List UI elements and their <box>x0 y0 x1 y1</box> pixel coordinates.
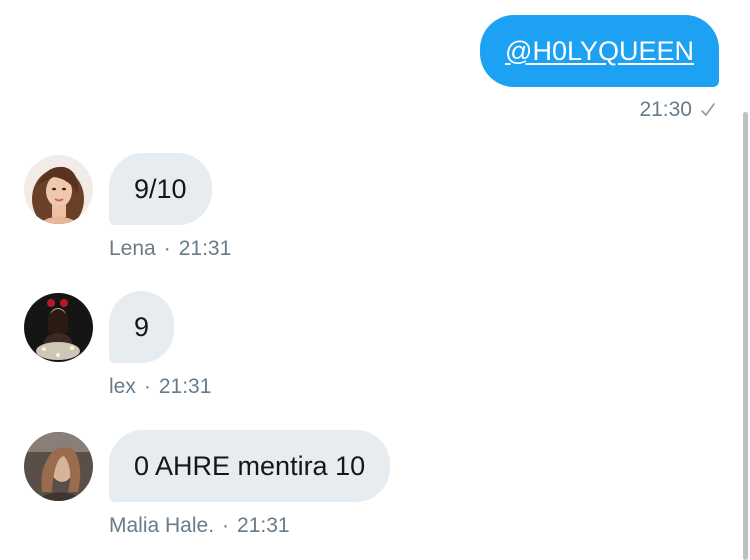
sent-message: @H0LYQUEEN <box>480 15 719 87</box>
avatar-photo-icon <box>24 432 93 501</box>
avatar[interactable] <box>24 155 93 224</box>
author-name[interactable]: lex <box>109 375 136 398</box>
message-time: 21:31 <box>158 375 212 398</box>
message-text: 9 <box>134 311 150 342</box>
message-bubble[interactable]: 9/10 <box>109 153 212 225</box>
avatar[interactable] <box>24 432 93 501</box>
conversation-view: @H0LYQUEEN 21:30 9/10 Lena · 21:31 9 lex… <box>0 0 750 560</box>
sent-message-bubble[interactable]: @H0LYQUEEN <box>480 15 719 87</box>
message-text: 9/10 <box>134 173 187 204</box>
message-meta: Lena · 21:31 <box>109 237 231 261</box>
message-text: 0 AHRE mentira 10 <box>134 450 366 481</box>
author-name[interactable]: Lena <box>109 237 156 260</box>
separator: · <box>163 237 171 260</box>
sent-message-time: 21:30 <box>639 98 692 121</box>
separator: · <box>222 514 230 537</box>
message-meta: lex · 21:31 <box>109 375 211 399</box>
author-name[interactable]: Malia Hale. <box>109 514 214 537</box>
avatar-photo-icon <box>24 155 93 224</box>
message-time: 21:31 <box>237 514 290 537</box>
message-time: 21:31 <box>178 237 232 260</box>
avatar-photo-icon <box>24 293 93 362</box>
message-meta: Malia Hale. · 21:31 <box>109 514 290 538</box>
check-icon <box>701 103 715 116</box>
avatar[interactable] <box>24 293 93 362</box>
mention-link[interactable]: @H0LYQUEEN <box>505 36 694 67</box>
message-bubble[interactable]: 9 <box>109 291 175 363</box>
scrollbar[interactable] <box>743 112 748 560</box>
message-bubble[interactable]: 0 AHRE mentira 10 <box>109 430 391 502</box>
sent-message-meta: 21:30 <box>639 98 716 122</box>
separator: · <box>143 375 151 398</box>
